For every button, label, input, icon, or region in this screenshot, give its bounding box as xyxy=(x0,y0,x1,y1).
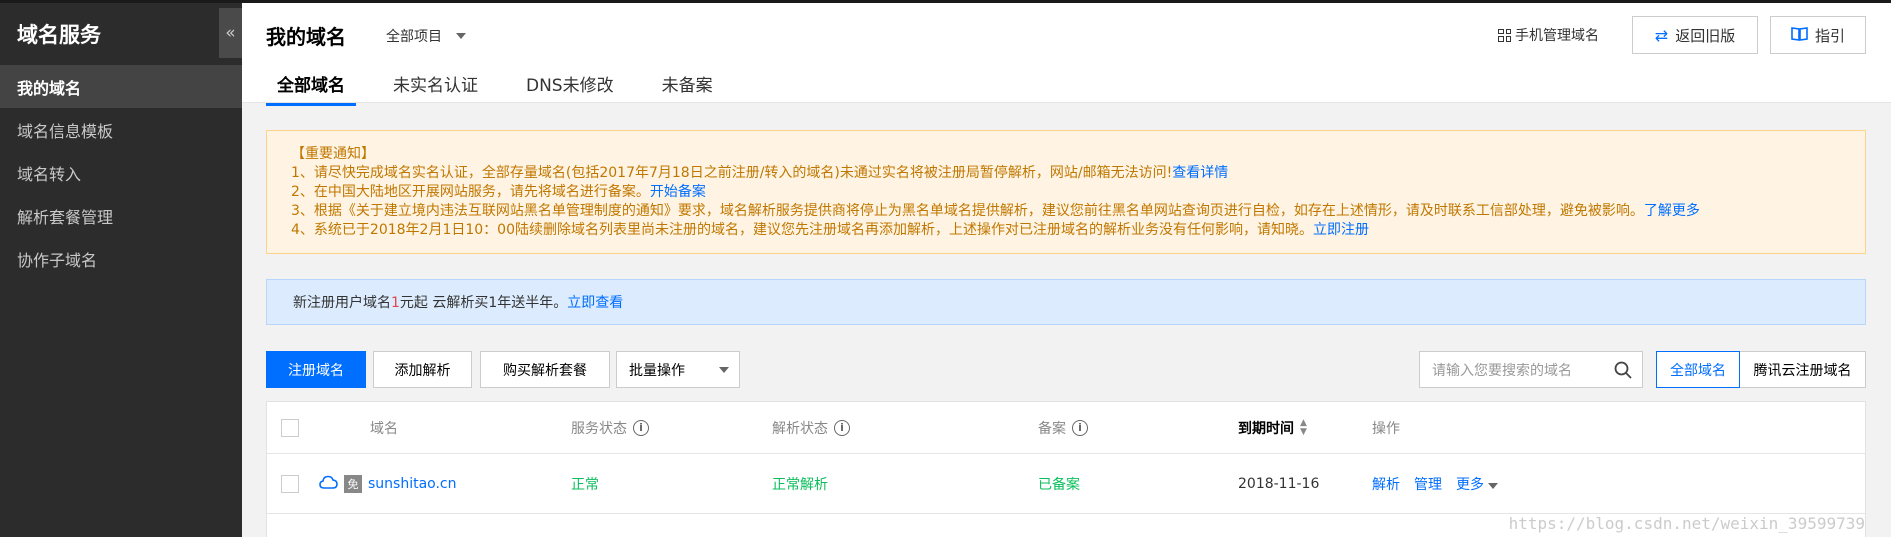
notice-line: 2、在中国大陆地区开展网站服务，请先将域名进行备案。开始备案 xyxy=(291,184,706,200)
chevron-down-icon xyxy=(456,33,466,39)
table-header: 域名 服务状态 i 解析状态 i 备案 i 到期时间 ▲ ▼ 操作 xyxy=(267,402,1865,454)
promo-notice: 新注册用户域名1元起 云解析买1年送半年。立即查看 xyxy=(266,279,1866,325)
batch-operation-label: 批量操作 xyxy=(629,362,685,379)
sidebar-title: 域名服务 xyxy=(17,23,101,47)
promo-suffix: 元起 云解析买1年送半年。 xyxy=(399,295,568,311)
header-expire[interactable]: 到期时间 ▲ ▼ xyxy=(1238,402,1307,453)
mobile-manage-label: 手机管理域名 xyxy=(1515,28,1599,44)
info-icon[interactable]: i xyxy=(834,419,850,436)
search-icon[interactable] xyxy=(1614,361,1632,379)
learn-more-link[interactable]: 了解更多 xyxy=(1644,203,1700,219)
back-to-old-version-label: 返回旧版 xyxy=(1675,26,1736,45)
free-badge: 免 xyxy=(344,474,362,493)
important-notice: 【重要通知】 1、请尽快完成域名实名认证，全部存量域名(包括2017年7月18日… xyxy=(266,130,1866,254)
guide-label: 指引 xyxy=(1814,26,1845,45)
register-now-link[interactable]: 立即注册 xyxy=(1313,222,1369,238)
add-resolve-button[interactable]: 添加解析 xyxy=(373,351,472,388)
view-now-link[interactable]: 立即查看 xyxy=(567,295,623,311)
chevron-down-icon xyxy=(719,366,729,373)
more-actions-dropdown[interactable]: 更多 xyxy=(1456,474,1498,494)
project-select[interactable]: 全部项目 xyxy=(386,26,466,46)
domain-cell: 免 sunshitao.cn xyxy=(319,454,457,513)
swap-icon: ⇄ xyxy=(1654,25,1669,45)
tab-no-icp[interactable]: 未备案 xyxy=(651,71,724,106)
header-icp: 备案 i xyxy=(1038,402,1088,453)
notice-title: 【重要通知】 xyxy=(291,146,375,162)
sidebar-header: 域名服务 « xyxy=(0,3,242,65)
notice-line: 3、根据《关于建立境内违法互联网站黑名单管理制度的通知》要求，域名解析服务提供商… xyxy=(291,203,1700,219)
info-icon[interactable]: i xyxy=(1072,419,1088,436)
project-select-value: 全部项目 xyxy=(386,29,442,45)
cloud-icon xyxy=(319,474,338,493)
back-to-old-version-button[interactable]: ⇄ 返回旧版 xyxy=(1632,16,1758,54)
header-resolve-status: 解析状态 i xyxy=(772,402,850,453)
collapse-sidebar-icon[interactable]: « xyxy=(219,8,242,58)
domain-link[interactable]: sunshitao.cn xyxy=(368,476,457,492)
header-service-status: 服务状态 i xyxy=(571,402,649,453)
actions-cell: 解析 管理 更多 xyxy=(1372,454,1498,513)
promo-prefix: 新注册用户域名 xyxy=(293,295,391,311)
manage-action-link[interactable]: 管理 xyxy=(1414,474,1442,494)
domain-search-input[interactable] xyxy=(1432,361,1614,378)
guide-button[interactable]: 指引 xyxy=(1770,16,1866,54)
filter-tencent-domains-button[interactable]: 腾讯云注册域名 xyxy=(1740,351,1866,388)
sidebar-item-domain-templates[interactable]: 域名信息模板 xyxy=(0,108,242,151)
resolve-status-cell: 正常解析 xyxy=(772,476,828,493)
sort-icon: ▲ ▼ xyxy=(1300,417,1307,437)
notice-line: 4、系统已于2018年2月1日10：00陆续删除域名列表里尚未注册的域名，建议您… xyxy=(291,222,1369,238)
row-checkbox[interactable] xyxy=(281,474,299,493)
tab-unverified[interactable]: 未实名认证 xyxy=(382,71,489,106)
main-content: 我的域名 全部项目 手机管理域名 ⇄ 返回旧版 指引 全部域名 未实名认证 DN… xyxy=(242,0,1891,537)
select-all-checkbox[interactable] xyxy=(281,418,299,437)
service-status-cell: 正常 xyxy=(571,476,599,493)
filter-all-domains-button[interactable]: 全部域名 xyxy=(1656,351,1740,388)
batch-operation-select[interactable]: 批量操作 xyxy=(616,351,740,388)
icp-status-cell: 已备案 xyxy=(1038,476,1080,493)
tab-all-domains[interactable]: 全部域名 xyxy=(266,71,356,106)
resolve-action-link[interactable]: 解析 xyxy=(1372,474,1400,494)
qr-grid-icon xyxy=(1498,28,1511,42)
chevron-down-icon xyxy=(1488,482,1498,489)
header-actions: 操作 xyxy=(1372,420,1400,437)
table-row: 免 sunshitao.cn 正常 正常解析 已备案 2018-11-16 解析… xyxy=(267,454,1865,514)
mobile-manage-link[interactable]: 手机管理域名 xyxy=(1498,25,1599,45)
info-icon[interactable]: i xyxy=(633,419,649,436)
start-icp-link[interactable]: 开始备案 xyxy=(650,184,706,200)
sidebar-item-resolve-packages[interactable]: 解析套餐管理 xyxy=(0,194,242,237)
domain-tabs: 全部域名 未实名认证 DNS未修改 未备案 xyxy=(266,71,750,106)
promo-price: 1 xyxy=(391,295,400,311)
header-domain: 域名 xyxy=(370,420,398,437)
sidebar-item-sub-domains[interactable]: 协作子域名 xyxy=(0,237,242,280)
book-icon xyxy=(1791,26,1808,45)
sidebar-item-domain-transfer[interactable]: 域名转入 xyxy=(0,151,242,194)
tab-dns-unmodified[interactable]: DNS未修改 xyxy=(515,71,625,106)
sidebar: 域名服务 « 我的域名 域名信息模板 域名转入 解析套餐管理 协作子域名 xyxy=(0,0,242,537)
sidebar-nav: 我的域名 域名信息模板 域名转入 解析套餐管理 协作子域名 xyxy=(0,65,242,280)
notice-line: 1、请尽快完成域名实名认证，全部存量域名(包括2017年7月18日之前注册/转入… xyxy=(291,165,1229,181)
sidebar-item-my-domains[interactable]: 我的域名 xyxy=(0,65,242,108)
page-title: 我的域名 xyxy=(266,25,346,49)
view-details-link[interactable]: 查看详情 xyxy=(1172,165,1228,181)
watermark: https://blog.csdn.net/weixin_39599739 xyxy=(1508,514,1865,533)
register-domain-button[interactable]: 注册域名 xyxy=(266,351,366,388)
buy-package-button[interactable]: 购买解析套餐 xyxy=(480,351,610,388)
expire-date-cell: 2018-11-16 xyxy=(1238,475,1320,492)
domain-search-box xyxy=(1419,351,1643,388)
page-header: 我的域名 全部项目 手机管理域名 ⇄ 返回旧版 指引 全部域名 未实名认证 DN… xyxy=(242,3,1891,106)
